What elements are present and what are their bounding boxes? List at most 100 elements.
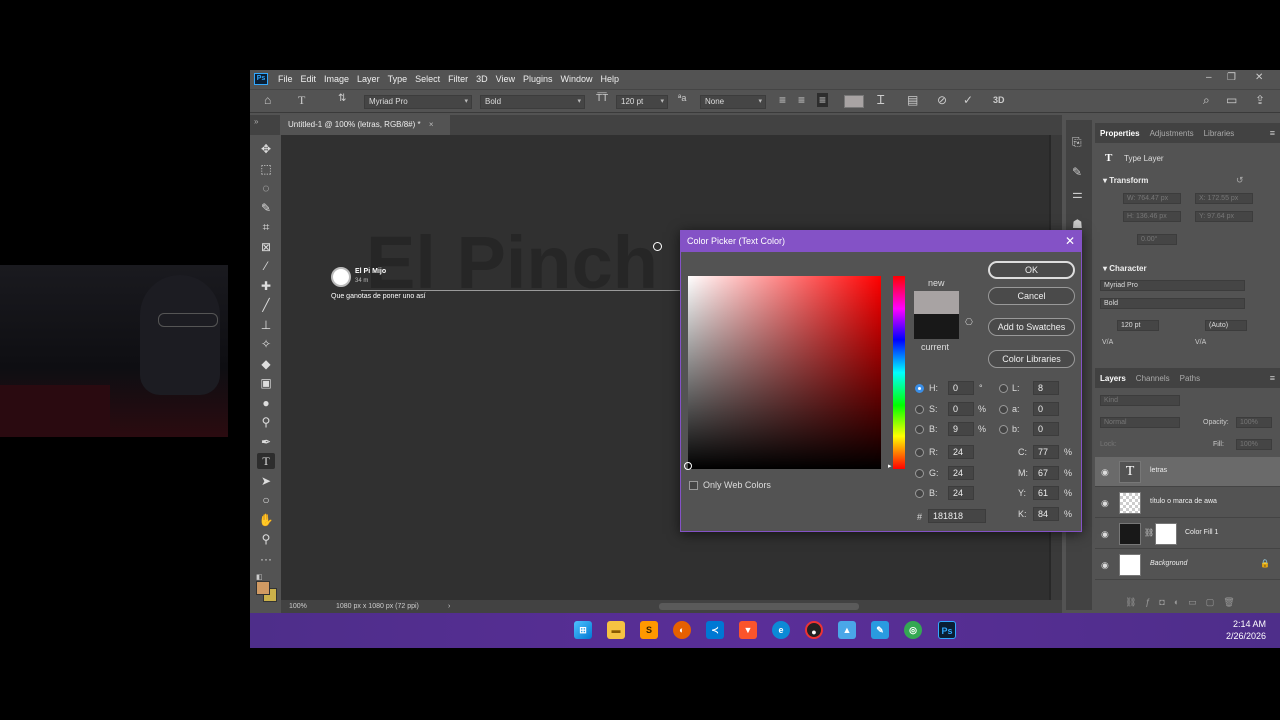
layer-filter-input[interactable]: Kind (1100, 395, 1180, 406)
radio-blue[interactable] (915, 489, 924, 498)
radio-s[interactable] (915, 405, 924, 414)
menu-file[interactable]: File (274, 74, 297, 84)
font-family-select[interactable]: Myriad Pro ▾ (364, 95, 472, 109)
chrome-alt-icon[interactable]: ◎ (904, 621, 922, 639)
height-field[interactable]: H: 136.46 px (1123, 211, 1181, 222)
char-style-select[interactable]: Bold (1100, 298, 1245, 309)
char-font-select[interactable]: Myriad Pro (1100, 280, 1245, 291)
menu-window[interactable]: Window (557, 74, 597, 84)
ok-button[interactable]: OK (988, 261, 1075, 279)
photoshop-icon[interactable]: Ps (938, 621, 956, 639)
hue-slider[interactable]: ▸ (888, 276, 905, 470)
panel-menu-icon[interactable]: ≡ (1270, 128, 1275, 138)
close-icon[interactable]: ✕ (1065, 231, 1075, 252)
eraser-tool-icon[interactable]: ◆ (257, 356, 275, 372)
brush-tool-icon[interactable]: ╱ (257, 297, 275, 313)
type-tool-icon[interactable]: T (298, 93, 305, 108)
radio-r[interactable] (915, 448, 924, 457)
close-tab-icon[interactable]: × (429, 120, 434, 129)
workspace-icon[interactable]: ▭ (1226, 93, 1237, 107)
reset-icon[interactable]: ↺ (1236, 175, 1244, 186)
blue-input[interactable]: 24 (948, 486, 974, 500)
k-input[interactable]: 84 (1033, 507, 1059, 521)
a-input[interactable]: 0 (1033, 402, 1059, 416)
font-style-select[interactable]: Bold ▾ (480, 95, 585, 109)
document-tab[interactable]: Untitled-1 @ 100% (letras, RGB/8#) * × (280, 115, 450, 135)
radio-a[interactable] (999, 405, 1008, 414)
share-icon[interactable]: ⇪ (1255, 93, 1265, 107)
visibility-eye-icon[interactable]: ◉ (1101, 560, 1109, 571)
g-input[interactable]: 24 (948, 466, 974, 480)
x-field[interactable]: X: 172.55 px (1195, 193, 1253, 204)
minimize-icon[interactable]: – (1206, 72, 1212, 83)
type-tool-icon[interactable]: T (257, 453, 275, 469)
gamut-warning-icon[interactable]: ⎔ (965, 317, 973, 328)
menu-filter[interactable]: Filter (444, 74, 472, 84)
menu-plugins[interactable]: Plugins (519, 74, 557, 84)
align-left-icon[interactable]: ≡ (779, 93, 786, 107)
tab-adjustments[interactable]: Adjustments (1145, 129, 1199, 138)
crop-tool-icon[interactable]: ⌗ (257, 219, 275, 235)
menu-view[interactable]: View (492, 74, 519, 84)
pen-tool-icon[interactable]: ✒ (257, 434, 275, 450)
frame-tool-icon[interactable]: ⊠ (257, 239, 275, 255)
brush-settings-icon[interactable]: ✎ (1072, 165, 1082, 179)
warp-text-icon[interactable]: Ꮖ (877, 93, 885, 108)
horizontal-scrollbar[interactable] (659, 603, 859, 610)
opacity-field[interactable]: 100% (1236, 417, 1272, 428)
radio-g[interactable] (915, 469, 924, 478)
radio-lab-b[interactable] (999, 425, 1008, 434)
tab-libraries[interactable]: Libraries (1199, 129, 1240, 138)
adjust-icon[interactable]: ⚌ (1072, 187, 1083, 201)
menu-type[interactable]: Type (384, 74, 412, 84)
font-size-select[interactable]: 120 pt ▾ (616, 95, 668, 109)
add-to-swatches-button[interactable]: Add to Swatches (988, 318, 1075, 336)
vscode-icon[interactable]: ≺ (706, 621, 724, 639)
radio-b[interactable] (915, 425, 924, 434)
layer-actions-icons[interactable]: ⛓ƒ◘◐▭▢🗑 (1125, 597, 1244, 608)
char-size-select[interactable]: 120 pt (1117, 320, 1159, 331)
paint-icon[interactable]: ✎ (871, 621, 889, 639)
only-web-colors-checkbox[interactable] (689, 481, 698, 490)
chrome-icon[interactable]: ● (805, 621, 823, 639)
layers-menu-icon[interactable]: ≡ (1270, 373, 1275, 383)
menu-3d[interactable]: 3D (472, 74, 492, 84)
history-brush-tool-icon[interactable]: ✧ (257, 336, 275, 352)
layer-row-letras[interactable]: ◉ T letras (1095, 457, 1280, 487)
sublime-icon[interactable]: S (640, 621, 658, 639)
link-icon[interactable]: ⛓ (1144, 528, 1154, 537)
visibility-eye-icon[interactable]: ◉ (1101, 529, 1109, 540)
more-tools-icon[interactable]: ··· (257, 551, 275, 567)
search-icon[interactable]: ⌕ (1203, 93, 1210, 108)
history-icon[interactable]: ⎘ (1072, 135, 1082, 150)
lab-b-input[interactable]: 0 (1033, 422, 1059, 436)
menu-help[interactable]: Help (597, 74, 624, 84)
angle-field[interactable]: 0.00° (1137, 234, 1177, 245)
tab-channels[interactable]: Channels (1131, 374, 1175, 383)
lasso-tool-icon[interactable]: ◌ (257, 180, 275, 196)
y-input[interactable]: 61 (1033, 486, 1059, 500)
healing-brush-tool-icon[interactable]: ✚ (257, 278, 275, 294)
layer-row-color-fill[interactable]: ◉ ⛓ Color Fill 1 (1095, 519, 1280, 549)
plugin-icon[interactable]: ☗ (1072, 217, 1083, 231)
zoom-level[interactable]: 100% (289, 600, 307, 613)
align-center-icon[interactable]: ≡ (798, 93, 805, 107)
brave-icon[interactable]: ▼ (739, 621, 757, 639)
default-colors-icon[interactable]: ◧ (256, 573, 264, 581)
s-input[interactable]: 0 (948, 402, 974, 416)
blend-mode-select[interactable]: Normal (1100, 417, 1180, 428)
commit-edit-icon[interactable]: ✓ (963, 93, 973, 107)
character-heading[interactable]: ▾ Character (1103, 264, 1147, 273)
color-libraries-button[interactable]: Color Libraries (988, 350, 1075, 368)
color-marker-icon[interactable] (684, 462, 692, 470)
hand-tool-icon[interactable]: ✋ (257, 512, 275, 528)
cancel-edit-icon[interactable]: ⊘ (937, 93, 947, 107)
r-input[interactable]: 24 (948, 445, 974, 459)
align-right-icon[interactable]: ≡ (817, 93, 829, 107)
transform-heading[interactable]: ▾ Transform (1103, 176, 1148, 185)
h-input[interactable]: 0 (948, 381, 974, 395)
quick-select-tool-icon[interactable]: ✎ (257, 200, 275, 216)
gradient-tool-icon[interactable]: ▣ (257, 375, 275, 391)
edge-icon[interactable]: e (772, 621, 790, 639)
zoom-tool-icon[interactable]: ⚲ (257, 531, 275, 547)
